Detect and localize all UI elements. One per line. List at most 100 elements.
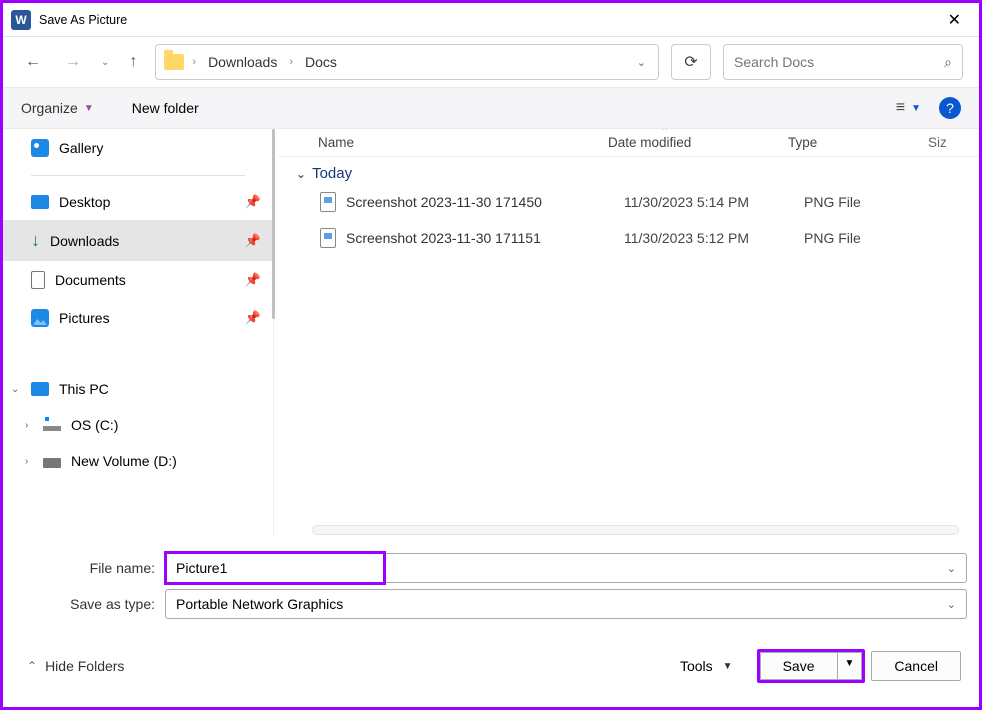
folder-icon: [164, 54, 184, 70]
chevron-down-icon[interactable]: ⌄: [947, 562, 956, 575]
breadcrumb-downloads[interactable]: Downloads: [204, 52, 281, 72]
hide-folders-button[interactable]: ⌃ Hide Folders: [27, 658, 124, 674]
back-button[interactable]: ←: [19, 49, 47, 75]
sidebar-item-label: Gallery: [59, 140, 103, 156]
sidebar-item-desktop[interactable]: Desktop 📌: [3, 184, 273, 220]
toolbar: Organize ▼ New folder ≡ ▼ ?: [3, 87, 979, 129]
chevron-down-icon: ▼: [911, 103, 921, 114]
saveastype-label: Save as type:: [15, 596, 165, 612]
filename-value: Picture1: [176, 560, 947, 576]
splitter[interactable]: [273, 129, 278, 535]
gallery-icon: [31, 139, 49, 157]
search-box[interactable]: ⌕: [723, 44, 963, 80]
up-button[interactable]: ↑: [123, 49, 143, 75]
pictures-icon: [31, 309, 49, 327]
save-form: File name: Picture1 ⌄ Save as type: Port…: [3, 535, 979, 629]
file-row[interactable]: Screenshot 2023-11-30 171151 11/30/2023 …: [278, 220, 979, 256]
chevron-down-icon: ⌄: [296, 167, 306, 181]
file-date: 11/30/2023 5:14 PM: [624, 194, 804, 210]
chevron-right-icon: ›: [289, 56, 293, 68]
close-button[interactable]: ✕: [938, 6, 971, 34]
sidebar-item-label: This PC: [59, 381, 109, 397]
sidebar-item-label: Documents: [55, 272, 126, 288]
pin-icon: 📌: [245, 233, 261, 249]
saveastype-select[interactable]: Portable Network Graphics ⌄: [165, 589, 967, 619]
sidebar-item-pictures[interactable]: Pictures 📌: [3, 299, 273, 337]
sidebar-item-gallery[interactable]: Gallery: [3, 129, 273, 167]
chevron-down-icon: ▼: [723, 661, 733, 672]
chevron-up-icon: ⌃: [27, 659, 37, 673]
filename-input[interactable]: Picture1 ⌄: [165, 553, 967, 583]
file-row[interactable]: Screenshot 2023-11-30 171450 11/30/2023 …: [278, 184, 979, 220]
cancel-button[interactable]: Cancel: [871, 651, 961, 681]
sidebar-item-thispc[interactable]: ⌄ This PC: [3, 371, 273, 407]
chevron-down-icon[interactable]: ⌄: [947, 598, 956, 611]
horizontal-scrollbar[interactable]: [312, 525, 959, 535]
column-size[interactable]: Siz: [928, 135, 947, 150]
nav-bar: ← → ⌄ ↑ › Downloads › Docs ⌄ ⟳ ⌕: [3, 37, 979, 87]
history-dropdown[interactable]: ⌄: [99, 57, 111, 68]
download-icon: ↓: [31, 230, 40, 251]
pin-icon: 📌: [245, 194, 261, 210]
save-button-dropdown[interactable]: ▼: [837, 652, 863, 680]
group-header-today[interactable]: ⌄ Today: [278, 157, 979, 184]
sidebar-item-drive-d[interactable]: › New Volume (D:): [3, 443, 273, 479]
disk-icon: [43, 419, 61, 431]
search-icon: ⌕: [944, 54, 952, 71]
save-button[interactable]: Save ▼: [757, 649, 866, 683]
address-history-dropdown[interactable]: ⌄: [633, 52, 650, 73]
view-menu[interactable]: ≡ ▼: [896, 99, 921, 117]
file-list-pane: Name Date modified Type Siz ⌄ Today Scre…: [278, 129, 979, 535]
saveastype-value: Portable Network Graphics: [176, 596, 947, 612]
desktop-icon: [31, 195, 49, 209]
sidebar-item-downloads[interactable]: ↓ Downloads 📌: [3, 220, 273, 261]
word-app-icon: W: [11, 10, 31, 30]
disk-icon: [43, 458, 61, 468]
expand-icon[interactable]: ›: [25, 420, 28, 431]
sidebar-item-documents[interactable]: Documents 📌: [3, 261, 273, 299]
tools-label: Tools: [680, 658, 713, 674]
documents-icon: [31, 271, 45, 289]
file-name: Screenshot 2023-11-30 171151: [346, 230, 624, 246]
sidebar-item-label: Downloads: [50, 233, 119, 249]
file-name: Screenshot 2023-11-30 171450: [346, 194, 624, 210]
column-name[interactable]: Name: [298, 135, 608, 150]
hide-folders-label: Hide Folders: [45, 658, 124, 674]
new-folder-button[interactable]: New folder: [132, 100, 199, 116]
pin-icon: 📌: [245, 272, 261, 288]
address-bar[interactable]: › Downloads › Docs ⌄: [155, 44, 659, 80]
forward-button[interactable]: →: [59, 49, 87, 75]
filename-label: File name:: [15, 560, 165, 576]
explorer-body: Gallery Desktop 📌 ↓ Downloads 📌 Document…: [3, 129, 979, 535]
window-title: Save As Picture: [39, 13, 127, 27]
column-date[interactable]: Date modified: [608, 135, 788, 150]
expand-icon[interactable]: ›: [25, 456, 28, 467]
collapse-icon[interactable]: ⌄: [11, 384, 19, 395]
sidebar-item-label: Pictures: [59, 310, 110, 326]
column-type[interactable]: Type: [788, 135, 928, 150]
group-label: Today: [312, 165, 352, 182]
column-headers: Name Date modified Type Siz: [278, 129, 979, 157]
sidebar: Gallery Desktop 📌 ↓ Downloads 📌 Document…: [3, 129, 273, 535]
image-file-icon: [320, 192, 336, 212]
breadcrumb-docs[interactable]: Docs: [301, 52, 341, 72]
organize-label: Organize: [21, 100, 78, 116]
image-file-icon: [320, 228, 336, 248]
chevron-right-icon: ›: [192, 56, 196, 68]
pc-icon: [31, 382, 49, 396]
chevron-down-icon: ▼: [84, 103, 94, 114]
organize-menu[interactable]: Organize ▼: [21, 100, 94, 116]
pin-icon: 📌: [245, 310, 261, 326]
file-type: PNG File: [804, 230, 944, 246]
footer: ⌃ Hide Folders Tools ▼ Save ▼ Cancel: [3, 635, 979, 697]
divider: [31, 175, 245, 176]
sidebar-item-drive-c[interactable]: › OS (C:): [3, 407, 273, 443]
refresh-button[interactable]: ⟳: [671, 44, 711, 80]
help-button[interactable]: ?: [939, 97, 961, 119]
tools-menu[interactable]: Tools ▼: [680, 658, 733, 674]
sidebar-item-label: Desktop: [59, 194, 110, 210]
file-date: 11/30/2023 5:12 PM: [624, 230, 804, 246]
save-button-main[interactable]: Save: [760, 652, 837, 680]
sidebar-item-label: OS (C:): [71, 417, 118, 433]
search-input[interactable]: [734, 54, 944, 70]
